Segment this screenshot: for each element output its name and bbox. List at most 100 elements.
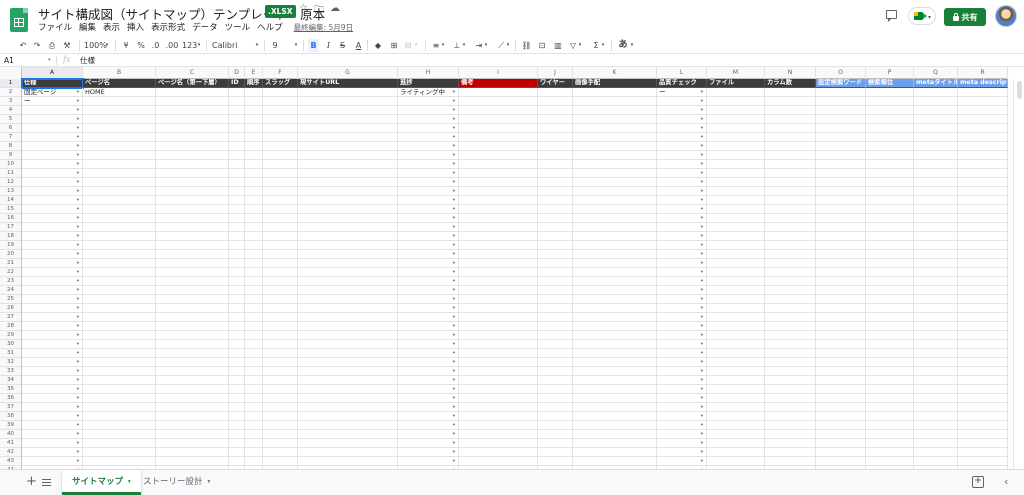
cell[interactable] [263,205,298,214]
row-header[interactable]: 19 [0,241,22,250]
cell[interactable] [459,178,538,187]
cell[interactable] [538,241,573,250]
cell[interactable] [765,259,816,268]
cell[interactable] [816,439,866,448]
cell[interactable] [245,97,263,106]
cell[interactable]: ▾ [398,277,459,286]
dropdown-arrow-icon[interactable]: ▾ [453,358,455,366]
cell[interactable] [245,313,263,322]
cell[interactable] [707,331,765,340]
dropdown-arrow-icon[interactable]: ▾ [77,430,79,438]
cell[interactable] [765,133,816,142]
cell[interactable] [229,241,245,250]
spreadsheet-grid[interactable]: ABCDEFGHIJKLMNOPQR 1 仕様 ページ名 ページ名（第一下層） ID 順序… [0,67,1024,469]
cell[interactable] [765,322,816,331]
row-header[interactable]: 4 [0,106,22,115]
dropdown-arrow-icon[interactable]: ▾ [77,151,79,159]
row-header[interactable]: 23 [0,277,22,286]
cell[interactable] [156,349,229,358]
cell[interactable]: ▾ [657,367,707,376]
cell[interactable] [229,403,245,412]
cell[interactable]: ▾ [22,250,83,259]
cell[interactable] [83,196,156,205]
cell[interactable] [298,358,398,367]
cell[interactable] [263,376,298,385]
dropdown-arrow-icon[interactable]: ▾ [701,439,703,447]
cell[interactable] [156,367,229,376]
cell[interactable] [866,376,914,385]
column-header[interactable]: D [229,67,245,79]
cell[interactable] [83,358,156,367]
cell[interactable] [298,187,398,196]
avatar[interactable] [995,5,1017,27]
cell[interactable] [866,457,914,466]
cell[interactable] [914,313,958,322]
dropdown-arrow-icon[interactable]: ▾ [701,196,703,204]
cell[interactable] [816,241,866,250]
cell[interactable]: ▾ [398,439,459,448]
cell[interactable] [83,259,156,268]
meet-button[interactable]: ▾ [908,7,936,25]
cell[interactable] [707,151,765,160]
cell[interactable] [707,88,765,97]
dropdown-arrow-icon[interactable]: ▾ [77,196,79,204]
cell[interactable] [958,187,1008,196]
dropdown-arrow-icon[interactable]: ▾ [453,448,455,456]
dropdown-arrow-icon[interactable]: ▾ [453,160,455,168]
cell[interactable] [573,277,657,286]
cell[interactable] [958,160,1008,169]
cell[interactable] [263,250,298,259]
cell[interactable]: ▾ [657,349,707,358]
cell[interactable] [573,439,657,448]
cell[interactable] [298,115,398,124]
cell[interactable] [958,223,1008,232]
cell[interactable] [707,340,765,349]
cell[interactable] [707,349,765,358]
cell[interactable] [866,340,914,349]
column-header[interactable]: I [459,67,538,79]
cell[interactable] [298,259,398,268]
cell[interactable] [816,196,866,205]
dropdown-arrow-icon[interactable]: ▾ [701,304,703,312]
cell[interactable] [245,259,263,268]
row-header[interactable]: 36 [0,394,22,403]
cell[interactable]: ▾ [657,142,707,151]
dropdown-arrow-icon[interactable]: ▾ [77,97,79,105]
cell[interactable] [958,412,1008,421]
cell[interactable]: ▾ [22,259,83,268]
cell[interactable] [263,115,298,124]
cell[interactable] [816,223,866,232]
cell[interactable] [866,232,914,241]
cell[interactable]: ▾ [22,439,83,448]
decrease-decimal-icon[interactable]: .0 [150,39,161,52]
cell[interactable] [707,205,765,214]
cell[interactable]: ▾ [22,286,83,295]
cell[interactable]: ▾ [398,187,459,196]
cell[interactable] [263,124,298,133]
menu-item[interactable]: ヘルプ [257,21,283,35]
cell[interactable] [765,178,816,187]
cell[interactable] [573,286,657,295]
cell[interactable] [573,241,657,250]
header-cell[interactable]: 現サイトURL [298,79,398,88]
cell[interactable] [229,259,245,268]
row-header[interactable]: 15 [0,205,22,214]
cell[interactable] [229,277,245,286]
cell[interactable] [866,439,914,448]
cell[interactable] [83,322,156,331]
cell[interactable]: ▾ [657,412,707,421]
cell[interactable] [573,349,657,358]
cell[interactable]: ▾ [398,412,459,421]
cell[interactable] [866,142,914,151]
cell[interactable] [83,448,156,457]
cell[interactable] [958,250,1008,259]
menu-item[interactable]: 編集 [79,21,96,35]
cell[interactable]: ▾ [657,232,707,241]
cell[interactable]: ▾ [398,340,459,349]
cell[interactable]: ▾ [657,295,707,304]
cell[interactable]: ▾ [657,340,707,349]
cell[interactable] [866,124,914,133]
dropdown-arrow-icon[interactable]: ▾ [701,250,703,258]
cell[interactable] [765,295,816,304]
header-cell[interactable]: 設定検索ワード [816,79,866,88]
